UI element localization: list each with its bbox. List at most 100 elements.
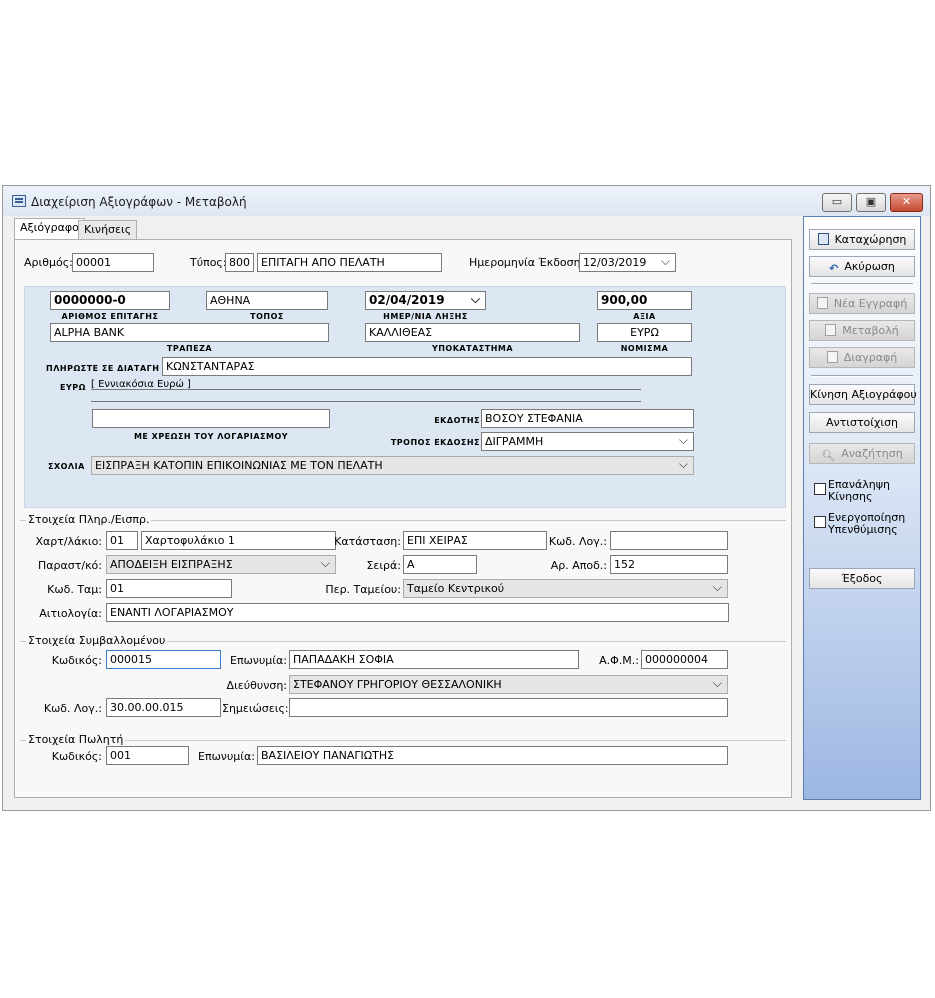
receipt-no-input[interactable]: 152	[610, 555, 728, 574]
euro-label: ΕΥΡΩ	[60, 383, 86, 392]
app-icon	[12, 195, 26, 207]
amount-input[interactable]: 900,00	[597, 291, 692, 310]
portfolio-label: Χαρτ/λάκιο:	[35, 535, 103, 548]
separator-1	[811, 283, 913, 285]
tab-movements[interactable]: Κινήσεις	[78, 220, 138, 240]
issue-mode-label: ΤΡΟΠΟΣ ΕΚΔΟΣΗΣ	[390, 438, 480, 447]
maximize-button[interactable]: ▣	[856, 193, 886, 212]
contractor-name-label: Επωνυμία:	[230, 654, 287, 667]
repeat-movement-checkbox[interactable]	[814, 483, 826, 495]
movement-button[interactable]: Κίνηση Αξιογράφου	[809, 384, 917, 405]
due-date-label: ΗΜΕΡ/ΝΙΑ ΛΗΞΗΣ	[383, 312, 468, 321]
series-input[interactable]: A	[403, 555, 477, 574]
vat-input[interactable]: 000000004	[641, 650, 728, 669]
due-date-picker[interactable]: 02/04/2019	[365, 291, 486, 310]
issue-date-picker[interactable]: 12/03/2019	[579, 253, 676, 272]
address-select[interactable]: ΣΤΕΦΑΝΟΥ ΓΡΗΓΟΡΙΟΥ ΘΕΣΣΑΛΟΝΙΚΗ	[289, 675, 728, 694]
cancel-button[interactable]: ↶ Ακύρωση	[809, 256, 915, 277]
window-title: Διαχείριση Αξιογράφων - Μεταβολή	[31, 195, 247, 209]
document-select[interactable]: ΑΠΟΔΕΙΞΗ ΕΙΣΠΡΑΞΗΣ	[106, 555, 336, 574]
seller-code-input[interactable]: 001	[106, 746, 189, 765]
bank-label: ΤΡΑΠΕΖΑ	[166, 344, 213, 353]
status-label: Κατάσταση:	[334, 535, 401, 548]
series-label: Σειρά:	[366, 559, 401, 572]
issue-date-label: Ημερομηνία Έκδοσης:	[469, 256, 591, 269]
cheque-number-label: ΑΡΙΘΜΟΣ ΕΠΙΤΑΓΗΣ	[61, 312, 159, 321]
delete-document-icon	[826, 351, 838, 363]
contractor-group-title: Στοιχεία Συμβαλλομένου	[26, 634, 168, 647]
cashier-desc-label: Περ. Ταμείου:	[325, 583, 401, 596]
separator-2	[811, 375, 913, 377]
vat-label: Α.Φ.Μ.:	[599, 654, 639, 667]
seller-group-title: Στοιχεία Πωλητή	[26, 733, 126, 746]
currency-input[interactable]: ΕΥΡΩ	[597, 323, 692, 342]
type-label: Τύπος:	[190, 256, 227, 269]
issuer-label: ΕΚΔΟΤΗΣ	[434, 416, 480, 425]
notes-label: Σημειώσεις:	[222, 702, 289, 715]
amount-label: ΑΞΙΑ	[633, 312, 656, 321]
contractor-name-input[interactable]: ΠΑΠΑΔΑΚΗ ΣΟΦΙΑ	[289, 650, 579, 669]
portfolio-name-input[interactable]: Χαρτοφυλάκιο 1	[141, 531, 336, 550]
issuer-input[interactable]: ΒΟΣΟΥ ΣΤΕΦΑΝΙΑ	[481, 409, 694, 428]
debit-account-label: ΜΕ ΧΡΕΩΣΗ ΤΟΥ ΛΟΓΑΡΙΑΣΜΟΥ	[133, 432, 289, 441]
due-date-value: 02/04/2019	[369, 293, 445, 307]
address-label: Διεύθυνση:	[226, 679, 287, 692]
issue-mode-value: ΔΙΓΡΑΜΜΗ	[485, 435, 544, 448]
cashier-code-input[interactable]: 01	[106, 579, 232, 598]
number-input[interactable]: 00001	[72, 253, 154, 272]
type-name-input[interactable]: ΕΠΙΤΑΓΗ ΑΠΟ ΠΕΛΑΤΗ	[257, 253, 442, 272]
type-code-input[interactable]: 800	[225, 253, 254, 272]
save-button[interactable]: Καταχώρηση	[809, 229, 915, 250]
undo-icon: ↶	[829, 262, 839, 275]
exit-button[interactable]: Έξοδος	[809, 568, 915, 589]
enable-reminder-checkbox[interactable]	[814, 516, 826, 528]
contractor-account-input[interactable]: 30.00.00.015	[106, 698, 221, 717]
pay-to-input[interactable]: ΚΩΝΣΤΑΝΤΑΡΑΣ	[162, 357, 692, 376]
issue-mode-select[interactable]: ΔΙΓΡΑΜΜΗ	[481, 432, 694, 451]
tab-security[interactable]: Αξιόγραφο	[14, 218, 85, 240]
debit-account-input[interactable]	[92, 409, 330, 428]
minimize-button[interactable]: ▭	[822, 193, 852, 212]
status-input[interactable]: ΕΠΙ ΧΕΙΡΑΣ	[403, 531, 547, 550]
cheque-number-input[interactable]: 0000000-0	[50, 291, 170, 310]
close-button[interactable]: ✕	[890, 193, 923, 212]
pay-to-label: ΠΛΗΡΩΣΤΕ ΣΕ ΔΙΑΤΑΓΗ	[46, 364, 160, 373]
issue-date-value: 12/03/2019	[583, 256, 647, 269]
portfolio-code-input[interactable]: 01	[106, 531, 138, 550]
account-code-label: Κωδ. Λογ.:	[548, 535, 607, 548]
cashier-desc-value: Ταμείο Κεντρικού	[407, 582, 505, 595]
contractor-code-label: Κωδικός:	[51, 654, 102, 667]
seller-name-input[interactable]: ΒΑΣΙΛΕΙΟΥ ΠΑΝΑΓΙΩΤΗΣ	[257, 746, 728, 765]
place-input[interactable]: ΑΘΗΝΑ	[206, 291, 328, 310]
cashier-desc-select[interactable]: Ταμείο Κεντρικού	[403, 579, 728, 598]
cashier-code-label: Κωδ. Ταμ:	[47, 583, 102, 596]
title-bar[interactable]: Διαχείριση Αξιογράφων - Μεταβολή ▭ ▣ ✕	[3, 186, 930, 216]
new-document-icon	[816, 297, 828, 309]
document-label: Παραστ/κό:	[38, 559, 102, 572]
search-icon: 🔍︎	[821, 449, 836, 462]
number-label: Αριθμός:	[24, 256, 73, 269]
contractor-code-input[interactable]: 000015	[106, 650, 221, 669]
branch-input[interactable]: ΚΑΛΛΙΘΕΑΣ	[365, 323, 580, 342]
seller-group	[20, 740, 786, 741]
comments-select[interactable]: ΕΙΣΠΡΑΞΗ ΚΑΤΟΠΙΝ ΕΠΙΚΟΙΝΩΝΙΑΣ ΜΕ ΤΟΝ ΠΕΛ…	[91, 456, 694, 475]
modify-button[interactable]: Μεταβολή	[809, 320, 915, 341]
amount-words-line-2	[91, 401, 641, 402]
branch-label: ΥΠΟΚΑΤΑΣΤΗΜΑ	[431, 344, 514, 353]
enable-reminder-label: Ενεργοποίηση Υπενθύμισης	[828, 511, 906, 536]
place-label: ΤΟΠΟΣ	[250, 312, 284, 321]
matching-button[interactable]: Αντιστοίχιση	[809, 412, 915, 433]
currency-label: ΝΟΜΙΣΜΑ	[620, 344, 669, 353]
account-code-input[interactable]	[610, 531, 728, 550]
new-record-button[interactable]: Νέα Εγγραφή	[809, 293, 915, 314]
amount-words-line-1	[91, 389, 641, 390]
comments-label: ΣΧΟΛΙΑ	[48, 462, 85, 471]
reason-input[interactable]: ΕΝΑΝΤΙ ΛΟΓΑΡΙΑΣΜΟΥ	[106, 603, 729, 622]
notes-input[interactable]	[289, 698, 728, 717]
bank-input[interactable]: ALPHA BANK	[50, 323, 329, 342]
delete-button[interactable]: Διαγραφή	[809, 347, 915, 368]
edit-document-icon	[825, 324, 837, 336]
search-button[interactable]: 🔍︎ Αναζήτηση	[809, 443, 915, 464]
address-value: ΣΤΕΦΑΝΟΥ ΓΡΗΓΟΡΙΟΥ ΘΕΣΣΑΛΟΝΙΚΗ	[293, 678, 502, 691]
comments-value: ΕΙΣΠΡΑΞΗ ΚΑΤΟΠΙΝ ΕΠΙΚΟΙΝΩΝΙΑΣ ΜΕ ΤΟΝ ΠΕΛ…	[95, 459, 383, 472]
